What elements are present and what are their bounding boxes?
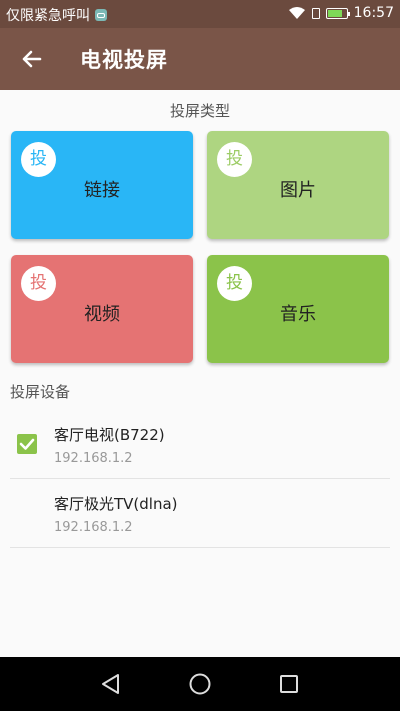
cast-link-tile[interactable]: 投 链接 xyxy=(11,131,193,239)
back-triangle-icon xyxy=(102,674,119,694)
device-checkbox[interactable] xyxy=(17,434,37,454)
cast-badge-icon: 投 xyxy=(21,266,56,301)
check-icon xyxy=(19,438,35,450)
wifi-icon xyxy=(288,7,305,19)
device-ip: 192.168.1.2 xyxy=(54,520,133,535)
cast-image-tile[interactable]: 投 图片 xyxy=(207,131,389,239)
cast-type-section-title: 投屏类型 xyxy=(169,102,230,120)
page-title: 电视投屏 xyxy=(80,48,168,72)
status-bar: 仅限紧急呼叫 16:57 xyxy=(0,0,400,28)
recents-square-icon xyxy=(280,675,298,693)
cast-music-tile[interactable]: 投 音乐 xyxy=(207,255,389,363)
device-ip: 192.168.1.2 xyxy=(54,451,133,466)
device-item[interactable]: 客厅电视(B722) 192.168.1.2 xyxy=(10,410,390,479)
tile-label: 音乐 xyxy=(280,304,316,325)
device-name: 客厅极光TV(dlna) xyxy=(54,495,178,513)
system-nav-bar xyxy=(0,657,400,711)
cast-badge-icon: 投 xyxy=(21,142,56,177)
cast-badge-icon: 投 xyxy=(217,266,252,301)
back-button[interactable] xyxy=(16,43,48,75)
app-bar: 电视投屏 xyxy=(0,28,400,90)
app-notification-icon xyxy=(95,9,107,21)
tile-label: 图片 xyxy=(280,180,316,201)
tile-label: 链接 xyxy=(84,180,120,201)
battery-icon xyxy=(325,7,350,19)
cast-badge-icon: 投 xyxy=(217,142,252,177)
sim-icon xyxy=(311,7,320,19)
cast-video-tile[interactable]: 投 视频 xyxy=(11,255,193,363)
nav-back-button[interactable] xyxy=(95,668,127,700)
device-item[interactable]: 客厅极光TV(dlna) 192.168.1.2 xyxy=(10,479,390,548)
nav-recents-button[interactable] xyxy=(273,668,305,700)
carrier-text: 仅限紧急呼叫 xyxy=(6,8,90,24)
arrow-left-icon xyxy=(22,50,42,68)
tile-label: 视频 xyxy=(84,304,120,325)
status-time: 16:57 xyxy=(353,5,394,21)
home-circle-icon xyxy=(189,673,211,695)
device-name: 客厅电视(B722) xyxy=(54,426,165,444)
device-section-title: 投屏设备 xyxy=(10,383,71,401)
nav-home-button[interactable] xyxy=(184,668,216,700)
